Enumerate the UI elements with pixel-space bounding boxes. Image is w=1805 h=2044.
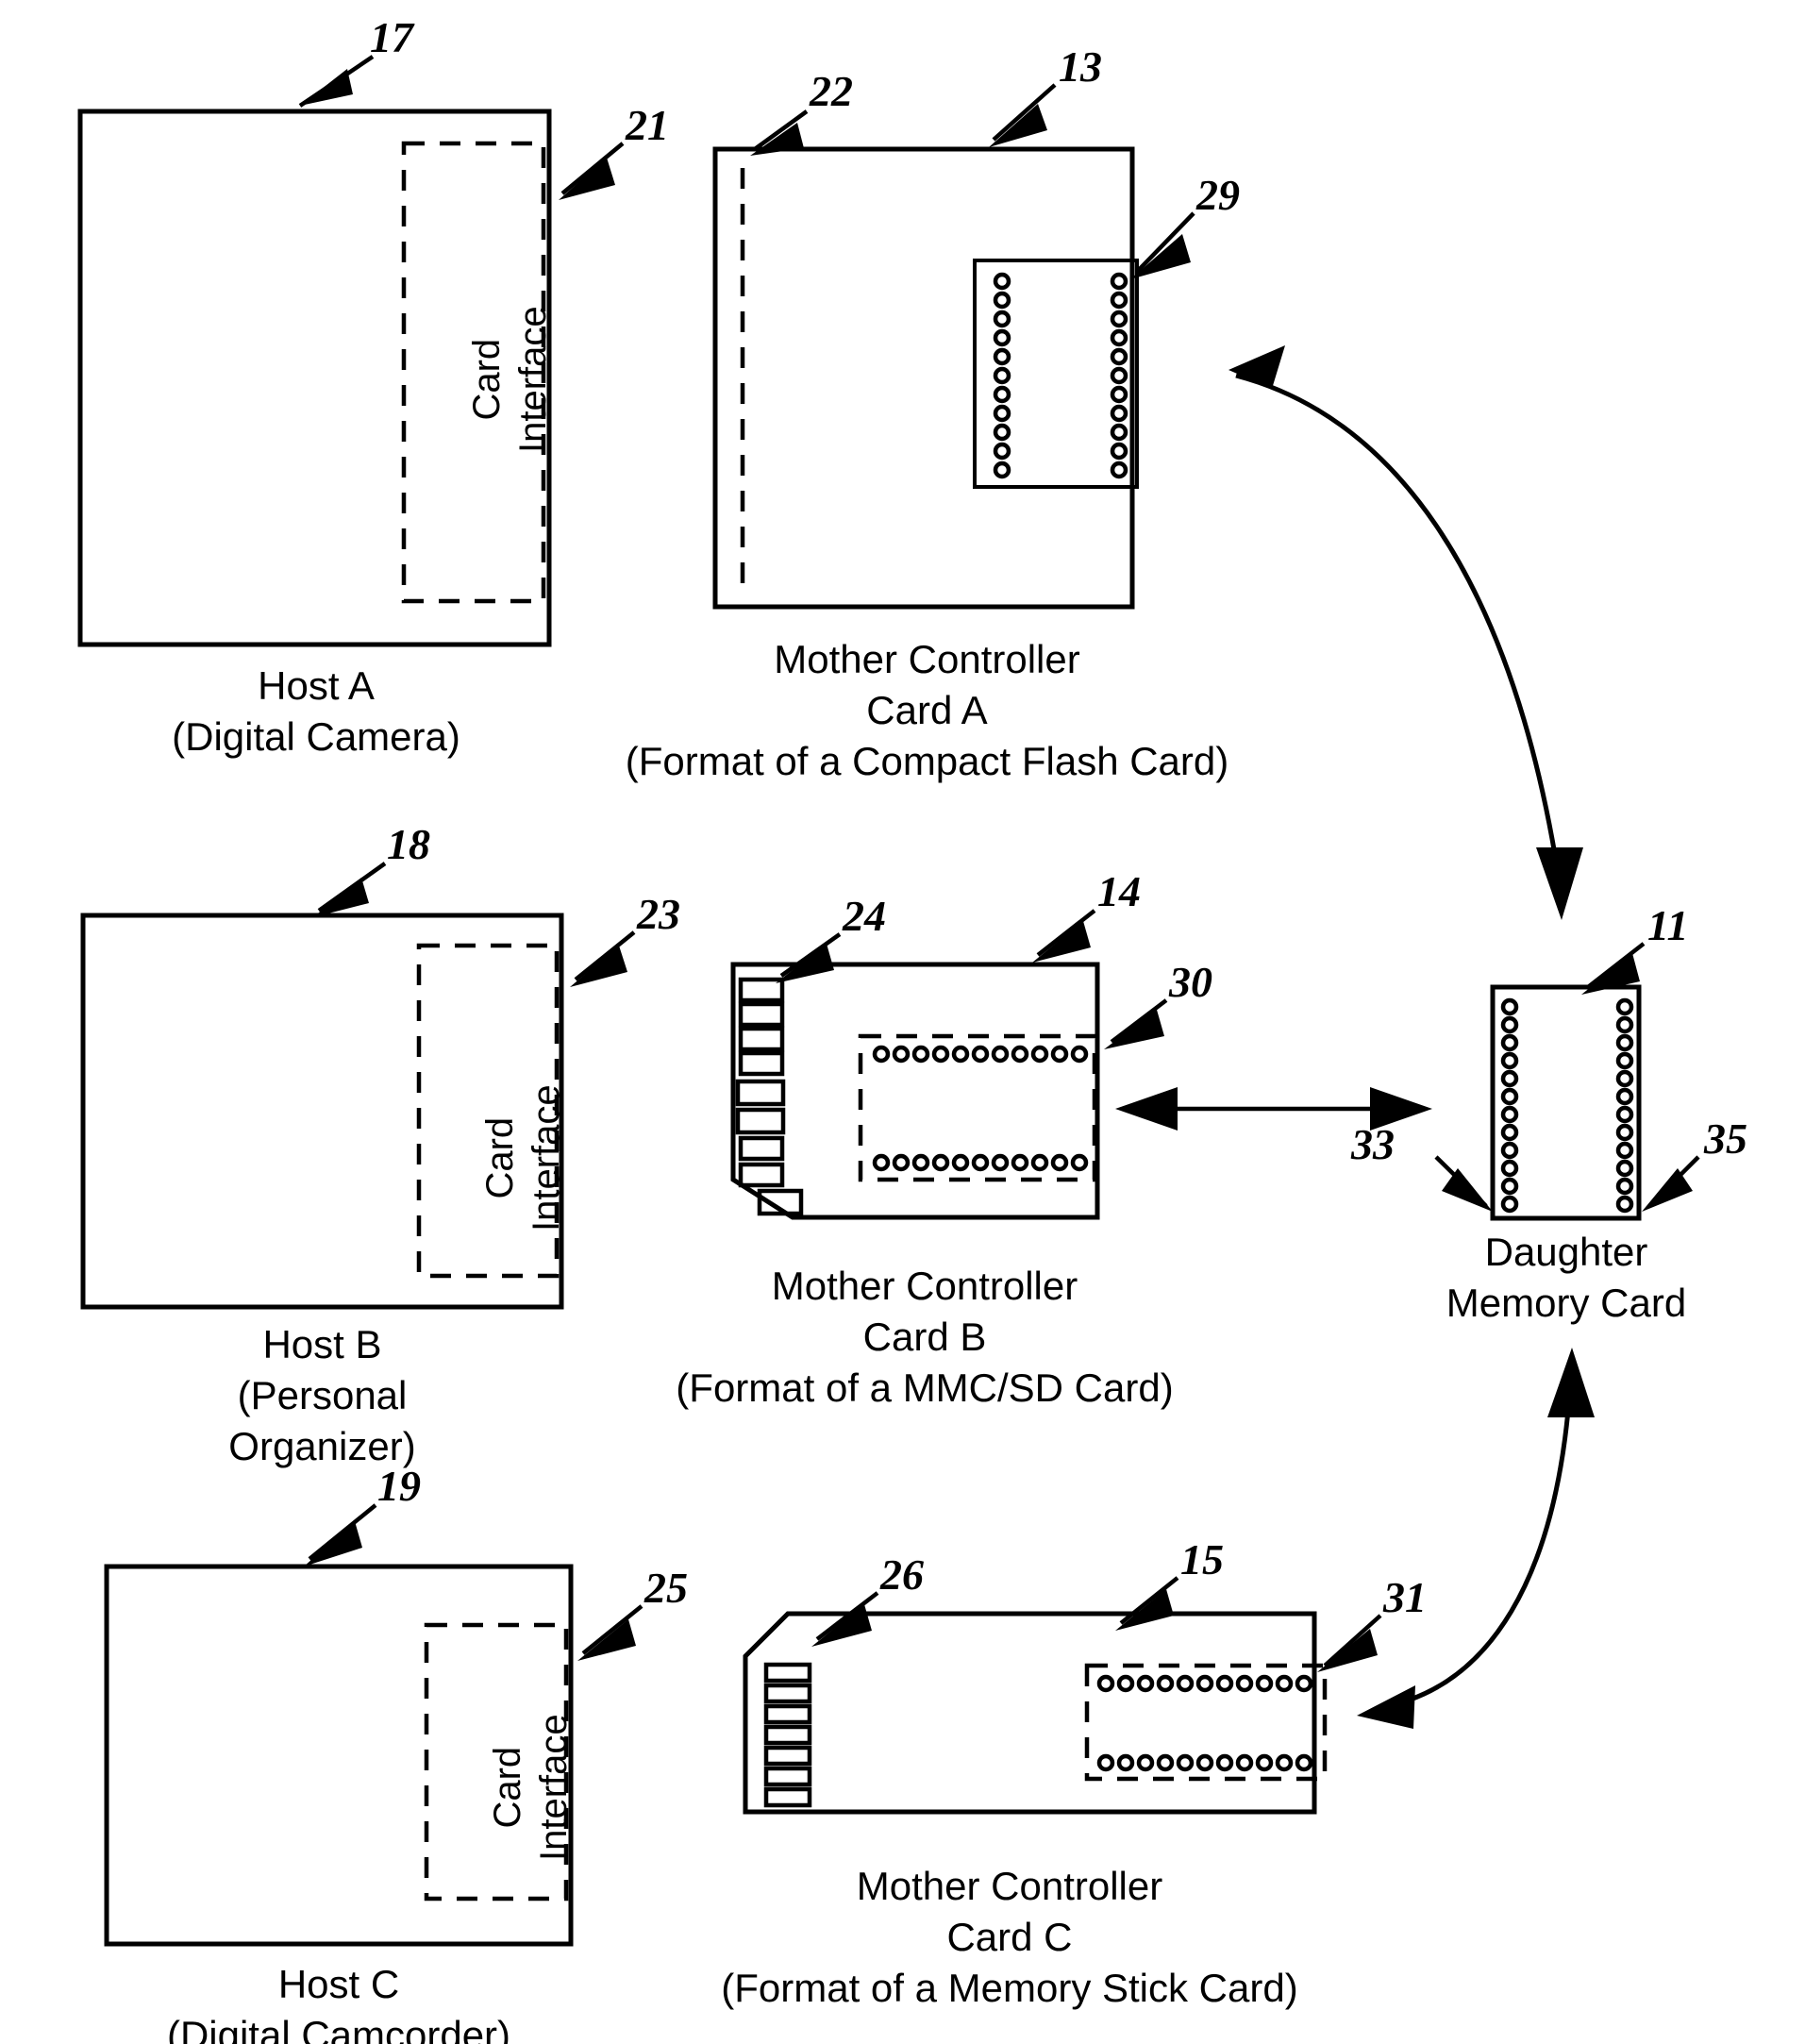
host-a-card-interface-line1: Card [466,338,508,421]
mother-card-a-socket-ref-arrowhead [1130,234,1191,279]
mother-card-b-socket-ref-arrowhead [1104,1010,1164,1049]
host-b-interface-ref-arrowhead [570,946,627,987]
connector-curve-bottom [1357,1348,1595,1729]
mother-card-b-title-line1: Mother Controller [771,1264,1078,1308]
mother-card-b-socket-pins-top [872,1045,1089,1064]
ref-label-31: 31 [1382,1573,1427,1621]
daughter-card-title-line1: Daughter [1484,1230,1648,1274]
host-b-card-interface-line1: Card [479,1116,521,1199]
mother-card-b-title-line3: (Format of a MMC/SD Card) [676,1365,1174,1410]
host-b-name: Host B [262,1322,382,1366]
mother-card-a-title-line1: Mother Controller [774,637,1080,681]
ref-label-33: 33 [1350,1120,1395,1168]
daughter-card-caption: Daughter Memory Card [1415,1227,1717,1329]
mother-card-c-group [743,1576,1382,1815]
host-c-card-interface-label: Card Interface [485,1714,577,1861]
mother-card-a-caption: Mother Controller Card A (Format of a Co… [576,634,1279,786]
connector-curve-top-path [1235,373,1562,879]
ref-label-23: 23 [636,890,680,938]
host-c-caption: Host C (Digital Camcorder) [107,1959,571,2044]
connector-arrow-middle-head-left [1115,1087,1178,1131]
ref-label-30: 30 [1168,958,1212,1006]
mother-card-b-caption: Mother Controller Card B (Format of a MM… [594,1261,1255,1413]
mother-card-a-title-line2: Card A [866,687,988,732]
ref-label-26: 26 [879,1550,924,1599]
daughter-card-pins-left [1500,997,1519,1214]
daughter-card-pins-right [1615,997,1634,1214]
mother-card-b-group [730,909,1168,1220]
host-a-interface-ref-arrowhead [559,158,615,200]
mother-card-c-title-line3: (Format of a Memory Stick Card) [721,1965,1298,2010]
host-c-card-interface-line2: Interface [532,1714,575,1861]
host-a-card-interface-line2: Interface [511,306,554,453]
connector-curve-bottom-head-top [1547,1348,1595,1417]
host-c-interface-ref-arrowhead [577,1619,636,1661]
connector-curve-top [1228,345,1583,920]
host-c-card-interface-line1: Card [487,1746,528,1829]
ref-label-24: 24 [842,892,886,940]
mother-card-c-socket-pins-bottom [1096,1753,1313,1772]
mother-card-c-socket-ref-arrowhead [1317,1629,1378,1672]
ref-label-14: 14 [1097,867,1141,915]
host-a-card-interface-label: Card Interface [464,306,557,453]
mother-card-c-socket-pins-top [1096,1674,1313,1693]
host-c-name: Host C [277,1962,400,2006]
mother-card-c-body [743,1611,1317,1815]
mother-card-b-contact-pads [735,977,804,1216]
ref-label-29: 29 [1195,171,1240,219]
ref-label-15: 15 [1180,1535,1224,1583]
mother-card-a-body [712,146,1135,610]
mother-card-c-contact-ref-arrowhead [811,1604,872,1647]
connector-curve-bottom-head-left [1357,1685,1415,1729]
mother-card-c-title-line1: Mother Controller [856,1864,1163,1908]
mother-card-c-contact-pads [763,1662,812,1808]
mother-card-b-ref-arrowhead [1032,921,1091,963]
host-b-subtitle-line2: Organizer) [228,1423,416,1468]
ref-label-22: 22 [809,67,853,115]
host-a-subtitle: (Digital Camera) [172,713,460,759]
mother-card-c-title-line2: Card C [946,1914,1073,1959]
connector-curve-bottom-path [1377,1386,1573,1711]
host-b-caption: Host B (Personal Organizer) [83,1319,561,1471]
host-a-caption: Host A (Digital Camera) [80,661,552,762]
host-a-name: Host A [258,663,375,708]
mother-card-b-socket-pins-bottom [872,1153,1089,1172]
mother-card-a-ref-arrowhead [989,104,1047,147]
ref-label-18: 18 [387,820,430,868]
host-a-ref-arrowhead [300,69,353,106]
mother-card-a-socket-pins-right [1110,272,1128,479]
figure-canvas: 17 21 22 13 29 18 23 24 14 30 11 33 35 1… [77,13,1747,1947]
ref-label-11: 11 [1647,901,1688,949]
ref-label-25: 25 [643,1564,688,1612]
daughter-card-group [1434,942,1700,1221]
daughter-card-right-pins-ref-arrowhead [1642,1168,1693,1212]
mother-card-c-caption: Mother Controller Card C (Format of a Me… [660,1861,1359,2013]
mother-card-c-ref-arrowhead [1115,1589,1174,1631]
mother-card-a-title-line3: (Format of a Compact Flash Card) [625,738,1229,783]
host-b-card-interface-line2: Interface [525,1084,567,1231]
host-b-card-interface-label: Card Interface [477,1084,570,1231]
host-b-subtitle-line1: (Personal [237,1372,408,1417]
daughter-card-title-line2: Memory Card [1446,1280,1687,1325]
mother-card-a-socket-pins-left [993,272,1011,479]
host-b-ref-arrowhead [313,878,369,917]
connector-curve-top-head-bottom [1536,847,1583,920]
mother-card-b-title-line2: Card B [862,1314,987,1359]
mother-card-a-group [712,83,1195,610]
ref-label-21: 21 [625,101,669,149]
host-c-ref-arrowhead [304,1521,362,1567]
ref-label-35: 35 [1703,1114,1747,1163]
patent-figure: 17 21 22 13 29 18 23 24 14 30 11 33 35 1… [0,0,1805,2044]
ref-label-13: 13 [1059,42,1102,91]
daughter-card-left-pins-ref-arrowhead [1442,1168,1493,1212]
host-c-subtitle: (Digital Camcorder) [166,2012,511,2044]
ref-label-17: 17 [370,13,415,61]
